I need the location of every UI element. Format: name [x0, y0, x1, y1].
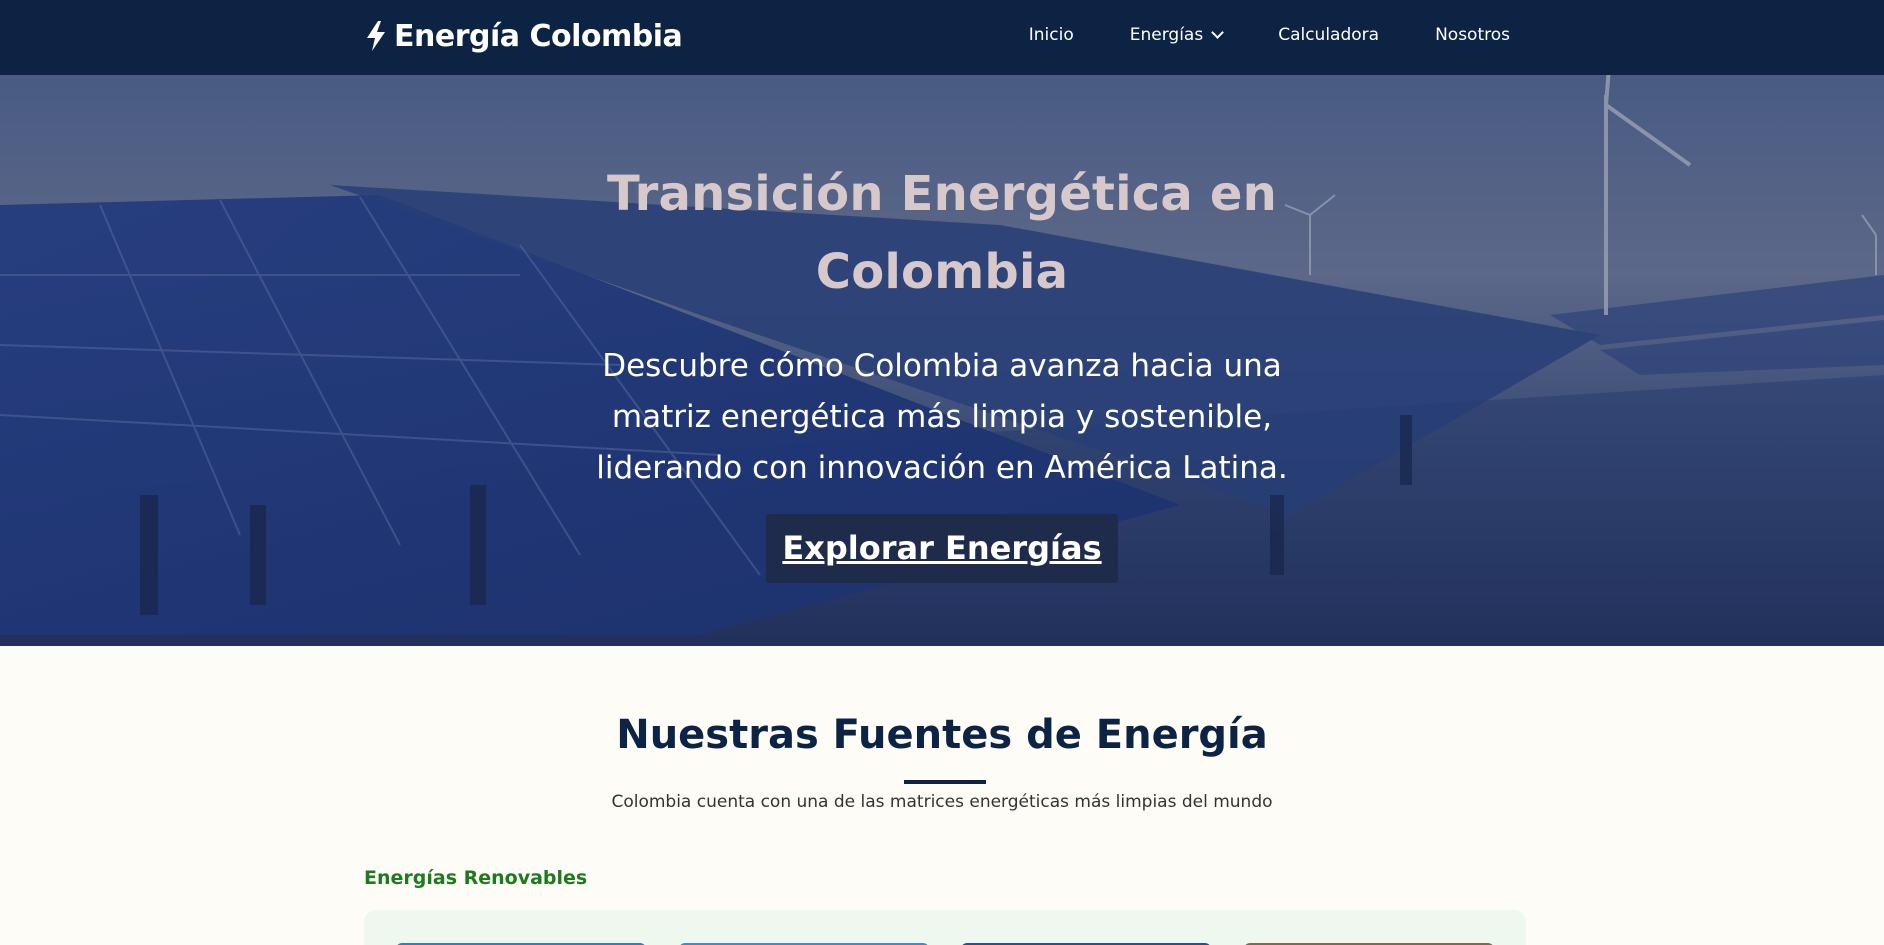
- explore-energies-button[interactable]: Explorar Energías: [766, 514, 1118, 583]
- hero-description: Descubre cómo Colombia avanza hacia una …: [596, 348, 1288, 486]
- brand-name: Energía Colombia: [394, 18, 683, 54]
- renewables-heading: Energías Renovables: [364, 867, 588, 889]
- section-title: Nuestras Fuentes de Energía: [616, 712, 1268, 758]
- chevron-down-icon: [1211, 26, 1225, 39]
- nav-item-label: Nosotros: [1435, 25, 1510, 45]
- title-underline: [904, 780, 986, 784]
- navbar: Energía Colombia Inicio Energías Calcula…: [0, 0, 1884, 75]
- section-subtitle: Colombia cuenta con una de las matrices …: [611, 792, 1273, 812]
- nav-item-inicio[interactable]: Inicio: [1029, 25, 1074, 45]
- renewables-cards-panel: [364, 910, 1526, 945]
- hero-content: Transición Energética en Colombia Descub…: [542, 155, 1342, 583]
- bolt-icon: [367, 21, 385, 51]
- nav-item-energias[interactable]: Energías: [1129, 25, 1225, 45]
- nav-item-calculadora[interactable]: Calculadora: [1278, 25, 1379, 45]
- nav-item-nosotros[interactable]: Nosotros: [1435, 25, 1510, 45]
- nav-item-label: Energías: [1129, 25, 1204, 45]
- hero-section: Transición Energética en Colombia Descub…: [0, 75, 1884, 646]
- brand-logo-link[interactable]: Energía Colombia: [364, 16, 683, 56]
- main-nav: Inicio Energías Calculadora Nosotros: [973, 0, 1510, 70]
- hero-title: Transición Energética en Colombia: [606, 166, 1278, 300]
- nav-item-label: Calculadora: [1278, 25, 1380, 45]
- nav-item-label: Inicio: [1028, 25, 1074, 45]
